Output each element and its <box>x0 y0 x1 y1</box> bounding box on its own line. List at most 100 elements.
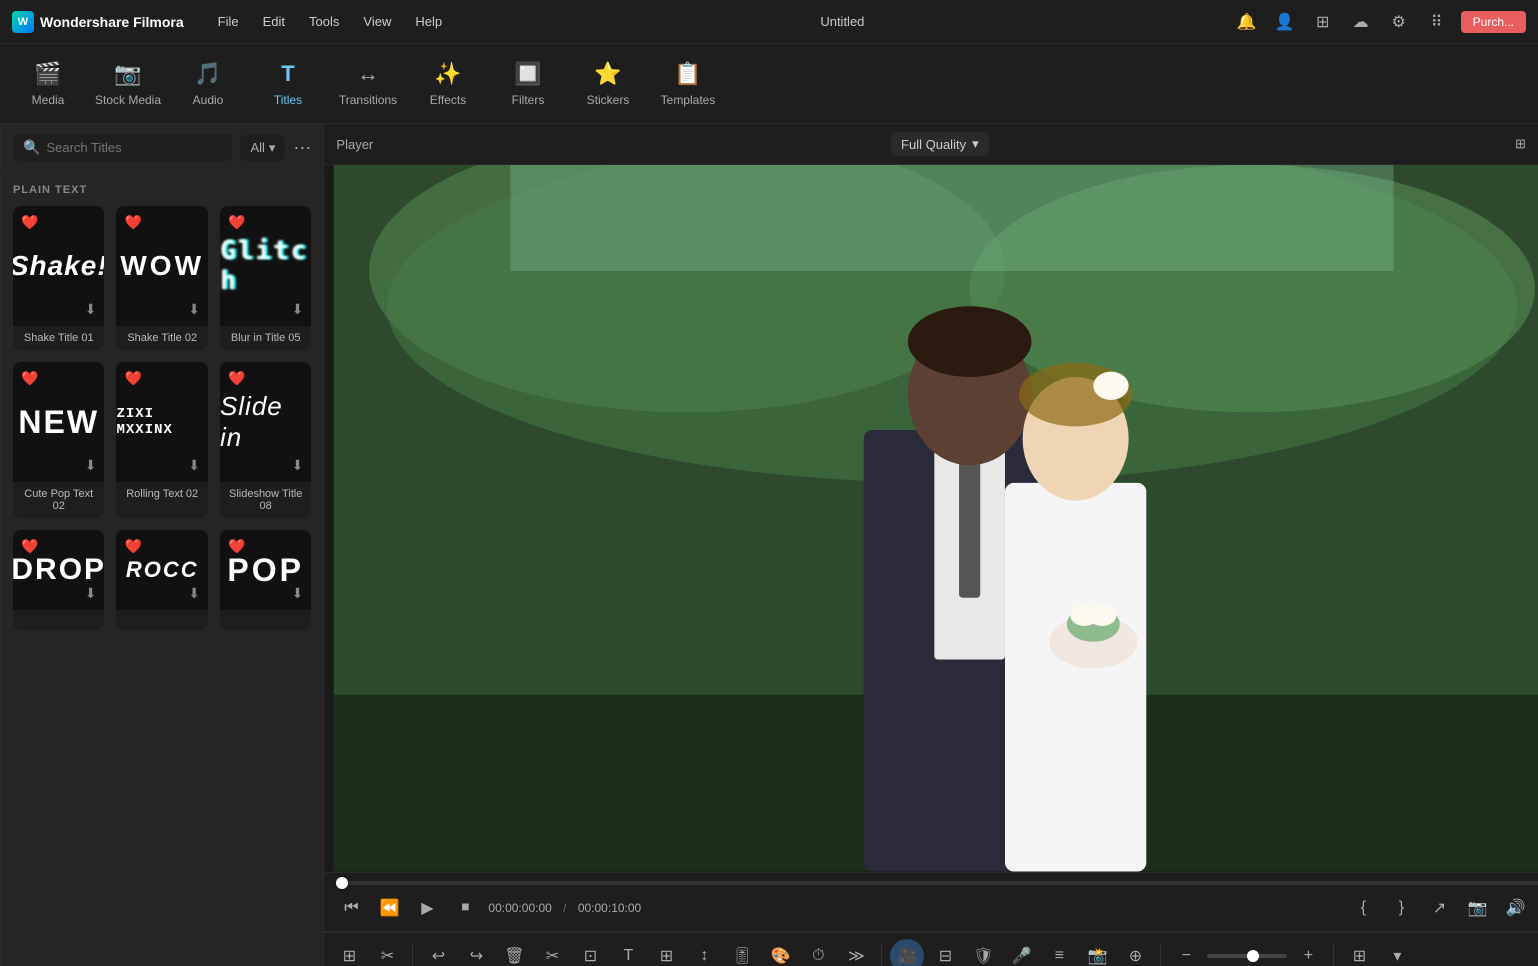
snapshot-tool-button[interactable]: 📸 <box>1080 939 1114 966</box>
settings-icon[interactable]: ⚙ <box>1385 8 1413 36</box>
menu-view[interactable]: View <box>353 10 401 33</box>
download-icon[interactable]: ⬇ <box>292 457 304 474</box>
audio-wave-button[interactable]: 🎤 <box>1004 939 1038 966</box>
title-card-cute-pop-02[interactable]: ❤️ NEW ⬇ Cute Pop Text 02 <box>13 362 104 518</box>
list-view-button[interactable]: ▾ <box>1380 939 1414 966</box>
download-icon[interactable]: ⬇ <box>188 585 200 602</box>
menu-tools[interactable]: Tools <box>299 10 349 33</box>
menu-edit[interactable]: Edit <box>253 10 295 33</box>
zoom-in-button[interactable]: + <box>1291 939 1325 966</box>
step-back-button[interactable]: ⏪ <box>374 893 404 923</box>
volume-icon[interactable]: 🔊 <box>1500 893 1530 923</box>
player-quality-select[interactable]: Full Quality ▾ <box>891 132 989 156</box>
tab-stock-media[interactable]: 📷 Stock Media <box>88 48 168 120</box>
app-name: Wondershare Filmora <box>40 14 184 30</box>
tab-filters[interactable]: 🔲 Filters <box>488 48 568 120</box>
export-icon[interactable]: ↗ <box>1424 893 1454 923</box>
pip-button[interactable]: ⊟ <box>928 939 962 966</box>
search-input-wrap[interactable]: 🔍 <box>13 134 232 161</box>
progress-thumb[interactable] <box>336 877 348 889</box>
account-icon[interactable]: 👤 <box>1271 8 1299 36</box>
mask-button[interactable]: 🛡 <box>966 939 1000 966</box>
bracket-left-icon[interactable]: { <box>1348 893 1378 923</box>
download-icon[interactable]: ⬇ <box>188 301 200 318</box>
title-card-rolling-02[interactable]: ❤️ ZIXI MXXINX ⬇ Rolling Text 02 <box>116 362 207 518</box>
zoom-slider[interactable] <box>1207 954 1287 958</box>
layout-icon[interactable]: ⊞ <box>1309 8 1337 36</box>
tab-stickers[interactable]: ⭐ Stickers <box>568 48 648 120</box>
title-card-drop-01[interactable]: ❤️ DROP ⬇ <box>13 530 104 630</box>
bracket-right-icon[interactable]: } <box>1386 893 1416 923</box>
tab-titles[interactable]: T Titles <box>248 48 328 120</box>
grid-icon[interactable]: ⠿ <box>1423 8 1451 36</box>
tab-audio[interactable]: 🎵 Audio <box>168 48 248 120</box>
title-card-thumb-cute-pop-02: ❤️ NEW ⬇ <box>13 362 104 482</box>
tab-templates[interactable]: 📋 Templates <box>648 48 728 120</box>
title-card-slideshow-08[interactable]: ❤️ Slide in ⬇ Slideshow Title 08 <box>220 362 311 518</box>
title-card-shake-01[interactable]: ❤️ Shake! ⬇ Shake Title 01 <box>13 206 104 350</box>
cut-button[interactable]: ✂ <box>535 939 569 966</box>
timer-button[interactable]: ⏱ <box>801 939 835 966</box>
tab-media[interactable]: 🎬 Media <box>8 48 88 120</box>
crop-button[interactable]: ⊞ <box>649 939 683 966</box>
player-area: Player Full Quality ▾ ⊞ ⛶ <box>324 124 1538 931</box>
redo-button[interactable]: ↪ <box>459 939 493 966</box>
title-card-thumb-rolling-02: ❤️ ZIXI MXXINX ⬇ <box>116 362 207 482</box>
delete-button[interactable]: 🗑 <box>497 939 531 966</box>
tab-media-label: Media <box>32 93 65 107</box>
insert-button[interactable]: ⊕ <box>1118 939 1152 966</box>
cloud-icon[interactable]: ☁ <box>1347 8 1375 36</box>
tab-transitions[interactable]: ↔ Transitions <box>328 48 408 120</box>
stop-button[interactable]: ⏹ <box>450 893 480 923</box>
skip-back-button[interactable]: ⏮ <box>336 893 366 923</box>
download-icon[interactable]: ⬇ <box>85 301 97 318</box>
filter-dropdown[interactable]: All ▾ <box>240 135 285 161</box>
title-card-blur-05[interactable]: ❤️ Glitc h ⬇ Blur in Title 05 <box>220 206 311 350</box>
menu-help[interactable]: Help <box>405 10 452 33</box>
title-card-pop-01[interactable]: ❤️ POP ⬇ <box>220 530 311 630</box>
select-tool-button[interactable]: ⊞ <box>332 939 366 966</box>
title-card-thumb-blur-05: ❤️ Glitc h ⬇ <box>220 206 311 326</box>
title-card-thumb-pop-01: ❤️ POP ⬇ <box>220 530 311 610</box>
color-button[interactable]: 🎨 <box>763 939 797 966</box>
split-view-icon[interactable]: ⊞ <box>1506 130 1534 158</box>
snapshot-icon[interactable]: 📷 <box>1462 893 1492 923</box>
more-options-button[interactable]: ··· <box>293 137 311 158</box>
tab-audio-label: Audio <box>193 93 224 107</box>
razor-tool-button[interactable]: ✂ <box>370 939 404 966</box>
zoom-out-button[interactable]: − <box>1169 939 1203 966</box>
progress-bar[interactable] <box>336 881 1538 885</box>
title-preview-text: Glitc h <box>220 236 311 296</box>
text-button[interactable]: T <box>611 939 645 966</box>
tab-titles-label: Titles <box>274 93 302 107</box>
transform-button[interactable]: ↕ <box>687 939 721 966</box>
download-icon[interactable]: ⬇ <box>292 585 304 602</box>
stock-media-icon: 📷 <box>114 61 141 87</box>
grid-view-button[interactable]: ⊞ <box>1342 939 1376 966</box>
search-input[interactable] <box>46 140 222 155</box>
tab-effects[interactable]: ✨ Effects <box>408 48 488 120</box>
more-tools-button[interactable]: ≫ <box>839 939 873 966</box>
effects-icon: ✨ <box>434 61 461 87</box>
title-card-drop-02[interactable]: ❤️ ROCC ⬇ <box>116 530 207 630</box>
player-controls-bar: ⏮ ⏪ ▶ ⏹ 00:00:00:00 / 00:00:10:00 { } ↗ … <box>324 872 1538 931</box>
tab-templates-label: Templates <box>661 93 716 107</box>
camera-button[interactable]: 🎥 <box>890 939 924 966</box>
download-icon[interactable]: ⬇ <box>292 301 304 318</box>
download-icon[interactable]: ⬇ <box>85 585 97 602</box>
multi-track-button[interactable]: ≡ <box>1042 939 1076 966</box>
trim-button[interactable]: ⊡ <box>573 939 607 966</box>
purchase-button[interactable]: Purch... <box>1461 11 1526 33</box>
zoom-thumb[interactable] <box>1247 950 1259 962</box>
media-icon: 🎬 <box>34 61 61 87</box>
zoom-control <box>1207 954 1287 958</box>
download-icon[interactable]: ⬇ <box>85 457 97 474</box>
download-icon[interactable]: ⬇ <box>188 457 200 474</box>
play-button[interactable]: ▶ <box>412 893 442 923</box>
title-card-shake-02[interactable]: ❤️ WOW ⬇ Shake Title 02 <box>116 206 207 350</box>
notification-icon[interactable]: 🔔 <box>1233 8 1261 36</box>
undo-button[interactable]: ↩ <box>421 939 455 966</box>
menu-file[interactable]: File <box>208 10 249 33</box>
audio-adjust-button[interactable]: 🎚 <box>725 939 759 966</box>
title-card-label: Shake Title 01 <box>13 326 104 350</box>
